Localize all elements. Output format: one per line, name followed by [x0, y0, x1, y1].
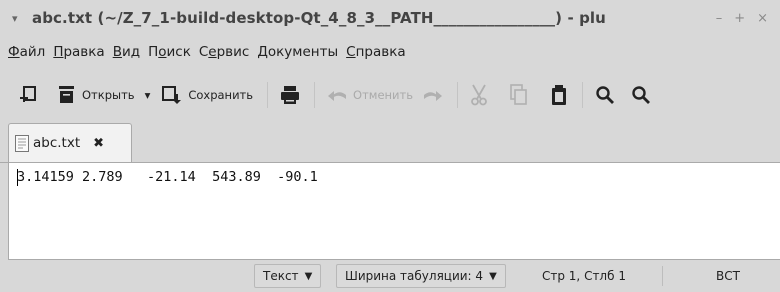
- syntax-selector[interactable]: Текст ▼: [254, 264, 322, 288]
- chevron-down-icon: ▼: [304, 270, 313, 282]
- print-button[interactable]: [280, 80, 300, 110]
- open-button[interactable]: Открыть: [58, 80, 135, 110]
- tab-label: abc.txt: [33, 135, 81, 151]
- close-tab-icon[interactable]: ✖: [93, 136, 104, 151]
- tab-abc-txt[interactable]: abc.txt ✖: [8, 123, 132, 162]
- menu-tools[interactable]: Сервис: [199, 44, 249, 60]
- gedit-window: ▾ abc.txt (~/Z_7_1-build-desktop-Qt_4_8_…: [0, 0, 780, 292]
- status-bar: Текст ▼ Ширина табуляции: 4 ▼ Стр 1, Стл…: [0, 260, 780, 292]
- tab-width-selector[interactable]: Ширина табуляции: 4 ▼: [336, 264, 506, 288]
- close-button[interactable]: ×: [757, 11, 768, 26]
- new-document-icon: [20, 86, 36, 102]
- menu-help[interactable]: Справка: [346, 44, 406, 60]
- editor-text: 3.14159 2.789 -21.14 543.89 -90.1: [17, 169, 318, 185]
- clipboard-icon: [552, 85, 567, 105]
- find-replace-button[interactable]: [631, 80, 651, 110]
- open-folder-icon: [59, 86, 74, 103]
- printer-icon: [281, 86, 300, 104]
- paste-button[interactable]: [550, 80, 568, 110]
- scissors-icon: [471, 84, 487, 106]
- copy-icon: [510, 84, 527, 105]
- menu-edit[interactable]: Правка: [53, 44, 104, 60]
- syntax-label: Текст: [263, 269, 299, 283]
- window-controls: – + ×: [709, 0, 780, 36]
- menu-file[interactable]: Файл: [8, 44, 45, 60]
- menu-bar: Файл Правка Вид Поиск Сервис Документы С…: [0, 36, 780, 68]
- tab-bar: abc.txt ✖: [0, 122, 780, 163]
- cursor-position: Стр 1, Стлб 1: [542, 269, 626, 283]
- maximize-button[interactable]: +: [734, 11, 745, 26]
- new-button[interactable]: [20, 80, 38, 110]
- minimize-button[interactable]: –: [716, 11, 723, 26]
- undo-icon: [328, 91, 347, 101]
- save-button[interactable]: Сохранить: [162, 80, 253, 110]
- tab-width-label: Ширина табуляции: 4: [345, 269, 484, 283]
- menu-view[interactable]: Вид: [113, 44, 140, 60]
- redo-icon: [424, 91, 443, 101]
- redo-button[interactable]: [423, 80, 443, 110]
- menu-documents[interactable]: Документы: [257, 44, 338, 60]
- menu-search[interactable]: Поиск: [148, 44, 191, 60]
- insert-mode: ВСТ: [716, 269, 740, 283]
- window-menu-arrow-icon[interactable]: ▾: [12, 12, 32, 25]
- toolbar-separator: [582, 82, 584, 108]
- text-caret: [17, 169, 18, 186]
- chevron-down-icon: ▾: [144, 88, 151, 102]
- toolbar-separator: [314, 82, 316, 108]
- status-separator: [662, 266, 663, 286]
- cut-button[interactable]: [470, 80, 488, 110]
- save-icon: [162, 86, 182, 104]
- text-file-icon: [15, 134, 29, 152]
- toolbar-separator: [457, 82, 459, 108]
- text-editor[interactable]: 3.14159 2.789 -21.14 543.89 -90.1: [8, 162, 780, 260]
- search-replace-icon: [632, 86, 651, 104]
- search-icon: [596, 86, 615, 104]
- open-recent-dropdown[interactable]: ▾: [145, 80, 151, 110]
- window-title: abc.txt (~/Z_7_1-build-desktop-Qt_4_8_3_…: [32, 9, 606, 27]
- copy-button[interactable]: [510, 80, 528, 110]
- chevron-down-icon: ▼: [489, 270, 497, 282]
- toolbar: Открыть ▾ Сохранить Отменить: [0, 68, 780, 122]
- toolbar-separator: [267, 82, 269, 108]
- find-button[interactable]: [595, 80, 615, 110]
- title-bar[interactable]: ▾ abc.txt (~/Z_7_1-build-desktop-Qt_4_8_…: [0, 0, 780, 36]
- undo-button[interactable]: Отменить: [327, 80, 413, 110]
